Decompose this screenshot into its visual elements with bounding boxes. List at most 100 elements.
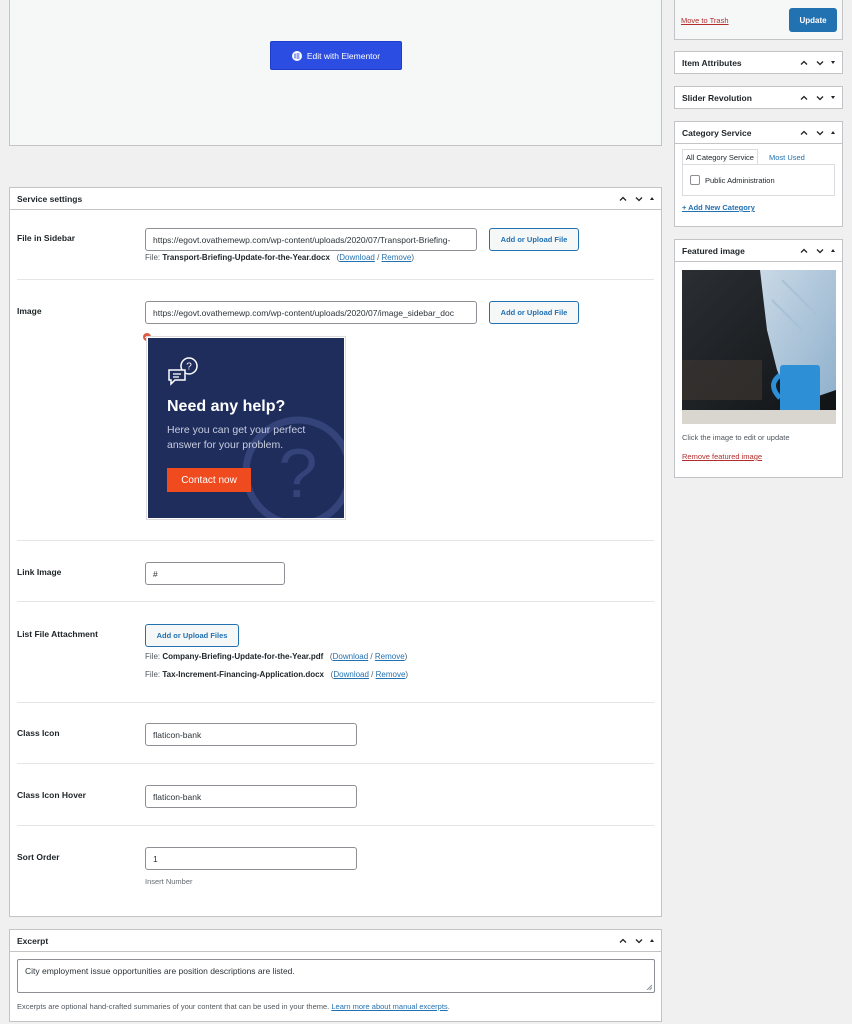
sort-order-help: Insert Number (145, 877, 193, 886)
file-remove-link[interactable]: Remove (375, 652, 405, 661)
collapse-toggle-icon[interactable] (831, 249, 835, 252)
image-preview[interactable]: ? ? Need any help? Here you can get your… (146, 336, 346, 520)
move-up-icon[interactable] (799, 246, 809, 256)
service-settings-header: Service settings (10, 188, 661, 210)
expand-toggle-icon[interactable] (831, 61, 835, 64)
resize-handle-icon[interactable] (646, 984, 652, 990)
excerpt-textarea[interactable]: City employment issue opportunities are … (17, 959, 655, 993)
file-download-link[interactable]: Download (333, 652, 369, 661)
move-down-icon[interactable] (815, 58, 825, 68)
link-image-label: Link Image (17, 567, 62, 577)
divider (17, 825, 654, 826)
promo-line-1: Here you can get your perfect (167, 424, 306, 436)
featured-image-thumbnail[interactable] (682, 270, 836, 424)
slider-revolution-header[interactable]: Slider Revolution (675, 87, 842, 108)
promo-contact-button: Contact now (167, 468, 251, 492)
service-settings-panel: Service settings File in Sidebar https:/… (9, 187, 662, 917)
excerpt-header: Excerpt (10, 930, 661, 952)
featured-image-hint: Click the image to edit or update (682, 433, 790, 442)
move-down-icon[interactable] (815, 93, 825, 103)
elementor-box: Edit with Elementor (9, 0, 662, 146)
file-prefix: File: (145, 253, 161, 262)
slider-revolution-title: Slider Revolution (682, 92, 752, 103)
move-up-icon[interactable] (618, 936, 628, 946)
item-attributes-box: Item Attributes (674, 51, 843, 74)
image-url-input[interactable]: https://egovt.ovathemewp.com/wp-content/… (145, 301, 477, 324)
divider (17, 540, 654, 541)
edit-with-elementor-button[interactable]: Edit with Elementor (270, 41, 402, 70)
attachment-file-line: File: Tax-Increment-Financing-Applicatio… (145, 670, 409, 679)
add-new-category-link[interactable]: + Add New Category (682, 203, 755, 212)
image-upload-button[interactable]: Add or Upload File (489, 301, 579, 324)
chat-question-icon: ? (168, 357, 198, 386)
file-remove-link[interactable]: Remove (376, 670, 406, 679)
slider-revolution-box: Slider Revolution (674, 86, 843, 109)
category-item-label: Public Administration (705, 175, 775, 185)
move-up-icon[interactable] (618, 194, 628, 204)
svg-text:?: ? (279, 434, 318, 512)
tab-all-category-service[interactable]: All Category Service (682, 149, 758, 165)
sort-order-label: Sort Order (17, 852, 60, 862)
file-in-sidebar-input[interactable]: https://egovt.ovathemewp.com/wp-content/… (145, 228, 477, 251)
update-button[interactable]: Update (789, 8, 837, 32)
move-up-icon[interactable] (799, 128, 809, 138)
category-service-box: Category Service All Category Service Mo… (674, 121, 843, 227)
attachment-file-line: File: Company-Briefing-Update-for-the-Ye… (145, 652, 408, 661)
expand-toggle-icon[interactable] (831, 96, 835, 99)
link-image-input[interactable]: # (145, 562, 285, 585)
image-label: Image (17, 306, 42, 316)
class-icon-input[interactable]: flaticon-bank (145, 723, 357, 746)
excerpt-text: City employment issue opportunities are … (25, 966, 295, 976)
sort-order-input[interactable]: 1 (145, 847, 357, 870)
move-down-icon[interactable] (634, 194, 644, 204)
remove-featured-image-link[interactable]: Remove featured image (682, 452, 762, 461)
move-down-icon[interactable] (815, 246, 825, 256)
featured-image-box: Featured image Click the image to edit o… (674, 239, 843, 478)
file-name: Tax-Increment-Financing-Application.docx (162, 670, 325, 679)
promo-heading: Need any help? (167, 398, 286, 415)
excerpt-title: Excerpt (17, 935, 49, 946)
divider (17, 702, 654, 703)
file-prefix: File: (145, 652, 161, 661)
upload-files-button[interactable]: Add or Upload Files (145, 624, 239, 647)
file-download-link[interactable]: Download (339, 253, 375, 262)
category-checkbox[interactable] (690, 175, 700, 185)
collapse-toggle-icon[interactable] (650, 939, 654, 942)
file-name: Transport-Briefing-Update-for-the-Year.d… (162, 253, 330, 262)
edit-with-elementor-label: Edit with Elementor (306, 50, 381, 61)
move-up-icon[interactable] (799, 93, 809, 103)
divider (17, 763, 654, 764)
featured-image-title: Featured image (682, 245, 745, 256)
svg-text:?: ? (186, 362, 192, 373)
file-in-sidebar-label: File in Sidebar (17, 233, 76, 243)
elementor-icon (291, 50, 302, 61)
learn-more-link[interactable]: Learn more about manual excerpts (331, 1002, 447, 1011)
file-download-link[interactable]: Download (333, 670, 369, 679)
file-name: Company-Briefing-Update-for-the-Year.pdf (162, 652, 324, 661)
category-service-title: Category Service (682, 127, 752, 138)
collapse-toggle-icon[interactable] (650, 197, 654, 200)
move-down-icon[interactable] (815, 128, 825, 138)
collapse-toggle-icon[interactable] (831, 131, 835, 134)
featured-image-header: Featured image (675, 240, 842, 262)
move-to-trash-link[interactable]: Move to Trash (681, 16, 729, 25)
service-settings-title: Service settings (17, 193, 83, 204)
list-file-attachment-label: List File Attachment (17, 629, 98, 639)
excerpt-panel: Excerpt City employment issue opportunit… (9, 929, 662, 1022)
file-prefix: File: (145, 670, 161, 679)
class-icon-hover-input[interactable]: flaticon-bank (145, 785, 357, 808)
item-attributes-header[interactable]: Item Attributes (675, 52, 842, 73)
file-remove-link[interactable]: Remove (382, 253, 412, 262)
publish-box: Move to Trash Update (674, 0, 843, 40)
excerpt-help: Excerpts are optional hand-crafted summa… (17, 1002, 450, 1011)
category-service-header: Category Service (675, 122, 842, 144)
move-up-icon[interactable] (799, 58, 809, 68)
tab-most-used[interactable]: Most Used (769, 149, 805, 165)
category-list: Public Administration (682, 164, 835, 196)
excerpt-help-text: Excerpts are optional hand-crafted summa… (17, 1002, 330, 1011)
item-attributes-title: Item Attributes (682, 57, 742, 68)
move-down-icon[interactable] (634, 936, 644, 946)
promo-line-2: answer for your problem. (167, 439, 284, 451)
divider (17, 601, 654, 602)
file-in-sidebar-upload-button[interactable]: Add or Upload File (489, 228, 579, 251)
